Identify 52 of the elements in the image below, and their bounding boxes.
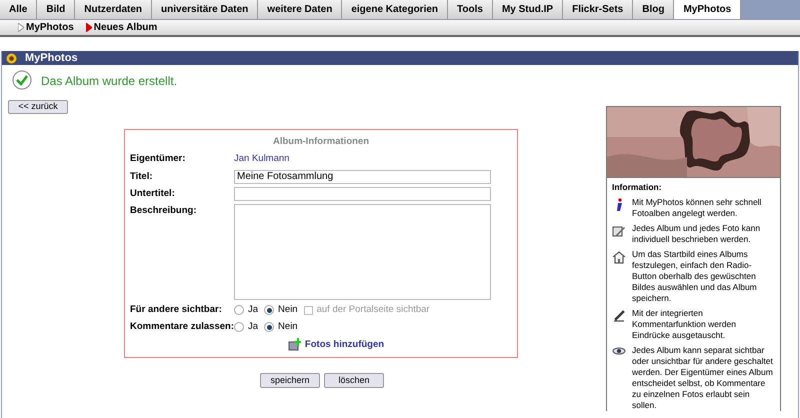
form-button[interactable]: speichern [260,372,320,388]
radio-label: Nein [278,303,298,317]
add-photos-link[interactable]: Fotos hinzufügen [304,338,384,352]
radio-button[interactable] [264,322,274,332]
subnav-link[interactable]: Neues Album [94,20,158,35]
field-label: Titel: [130,170,154,184]
house-icon [612,250,626,264]
eye-icon [612,346,626,356]
info-text: Um das Startbild eines Albums festzulegen, einfach den Radio-Button oberhalb des gewüschten Bildes auswählen und das Album speichern. [632,249,758,304]
radio-label: Nein [278,320,298,334]
field-label: Für andere sichtbar: [130,303,223,317]
tab[interactable]: MyPhotos [674,0,742,19]
subnav-link[interactable]: MyPhotos [26,20,74,35]
tab[interactable]: My Stud.IP [492,0,564,19]
info-text: Mit MyPhotos können sehr schnell Fotoalben angelegt werden. [632,197,762,219]
radio-button[interactable] [234,305,244,316]
info-text: Mit der integrierten Kommentarfunktion werden Eindrücke ausgetauscht. [632,308,737,341]
info-text: Jedes Album und jedes Foto kann individuell beschrieben werden. [632,223,762,245]
tab[interactable]: Tools [448,0,493,19]
info-text: Jedes Album kann separat sichtbar oder unsichtbar für andere geschaltet werden. Der Eigentümer eines Album entscheidet selbst, ob Kommentare zu einzelnen Fotos erlaubt sein sollen. [632,345,774,411]
radio-label: Ja [248,303,258,317]
pen-icon [612,309,626,323]
form-button[interactable]: löschen [324,372,384,388]
success-message: Das Album wurde erstellt. [41,73,178,90]
checkbox-label: auf der Portalseite sichtbar [316,303,430,317]
tab[interactable]: Flickr-Sets [563,0,634,19]
form-title: Album-Informationen [272,135,370,149]
tab[interactable]: Nutzerdaten [75,0,152,19]
radio-button[interactable] [264,305,274,316]
radio-label: Ja [248,320,258,334]
tab[interactable]: eigene Kategorien [342,0,448,19]
tab[interactable]: Bild [37,0,76,19]
photo-add-icon [288,338,301,352]
field-label: Beschreibung: [130,204,198,218]
sunflower-icon [6,52,17,64]
owner-link[interactable]: Jan Kulmann [234,152,290,166]
header-title: MyPhotos [25,50,78,66]
tab[interactable]: universitäre Daten [152,0,258,19]
description-field[interactable] [234,204,491,300]
tab[interactable]: weitere Daten [258,0,342,19]
field-label: Untertitel: [130,186,176,201]
field-label: Eigentümer: [130,152,186,166]
title-field[interactable]: Meine Fotosammlung [234,170,491,184]
tab[interactable]: Blog [633,0,674,19]
back-button[interactable]: << zurück [8,100,68,114]
field-label: Kommentare zulassen: [130,320,234,334]
radio-button[interactable] [234,322,244,332]
tab[interactable]: Alle [0,0,38,19]
checkmark-bubble-icon [11,70,33,92]
sidebar-heading: Information: [612,182,663,193]
subtitle-field[interactable] [234,186,491,201]
pencil-paper-icon [612,224,626,238]
